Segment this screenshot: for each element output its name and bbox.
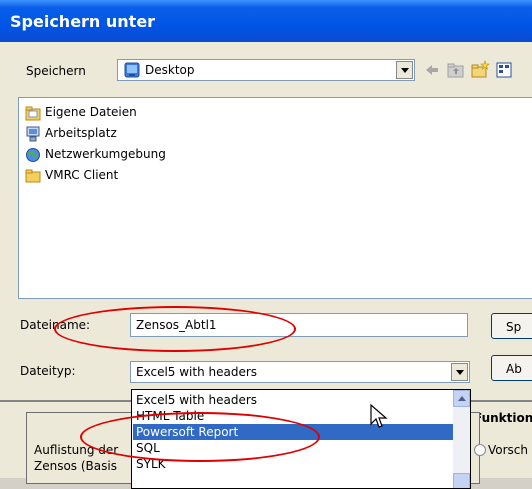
- background-option-label: Vorsch: [488, 443, 529, 457]
- my-computer-icon: [26, 126, 40, 142]
- chevron-down-icon[interactable]: [396, 61, 413, 79]
- folder-icon: [25, 169, 41, 183]
- cancel-button[interactable]: Ab: [491, 355, 532, 381]
- dropdown-option[interactable]: Excel5 with headers: [133, 392, 453, 408]
- save-in-value: Desktop: [145, 63, 195, 77]
- mouse-cursor-icon: [370, 404, 388, 428]
- dialog-title: Speichern unter: [10, 12, 156, 31]
- view-menu-icon[interactable]: [494, 60, 514, 80]
- chevron-down-icon[interactable]: [451, 363, 468, 381]
- background-text-line2: Zensos (Basis: [34, 459, 117, 473]
- my-documents-icon: [25, 106, 41, 121]
- title-bar[interactable]: Speichern unter: [0, 0, 532, 42]
- function-group-label: Funktion: [474, 411, 532, 425]
- dropdown-scrollbar[interactable]: [453, 390, 470, 488]
- annotation-ellipse-filename: [54, 306, 296, 352]
- scroll-up-icon[interactable]: [453, 390, 470, 407]
- new-folder-icon[interactable]: [470, 60, 490, 80]
- save-in-label: Speichern: [26, 64, 86, 78]
- save-in-combobox[interactable]: Desktop: [117, 59, 415, 81]
- desktop-icon: [124, 62, 140, 78]
- up-folder-icon[interactable]: [446, 60, 466, 80]
- radio-button[interactable]: [474, 444, 486, 456]
- filetype-label: Dateityp:: [20, 364, 76, 378]
- filetype-combobox[interactable]: Excel5 with headers: [130, 361, 470, 383]
- file-list[interactable]: Eigene Dateien Arbeitsplatz Netzwerkumge…: [18, 97, 532, 299]
- scroll-down-button[interactable]: [453, 473, 470, 488]
- save-button[interactable]: Sp: [491, 313, 532, 339]
- network-places-icon: [26, 148, 40, 162]
- annotation-ellipse-powersoft: [80, 412, 320, 462]
- back-arrow-icon[interactable]: [422, 60, 442, 80]
